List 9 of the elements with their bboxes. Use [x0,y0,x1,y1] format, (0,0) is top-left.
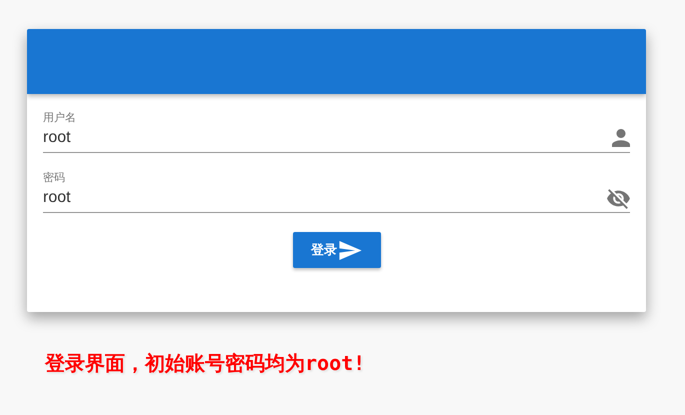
login-button[interactable]: 登录 [292,232,380,268]
field-label: 用户名 [43,112,77,125]
field-label: 密码 [43,172,66,185]
password-field[interactable]: root [43,185,630,213]
eye-off-icon[interactable] [607,188,630,208]
person-icon [612,129,630,147]
caption-text: 登录界面，初始账号密码均为root! [45,350,366,377]
username-field[interactable]: root [43,125,630,153]
send-icon [339,240,362,260]
